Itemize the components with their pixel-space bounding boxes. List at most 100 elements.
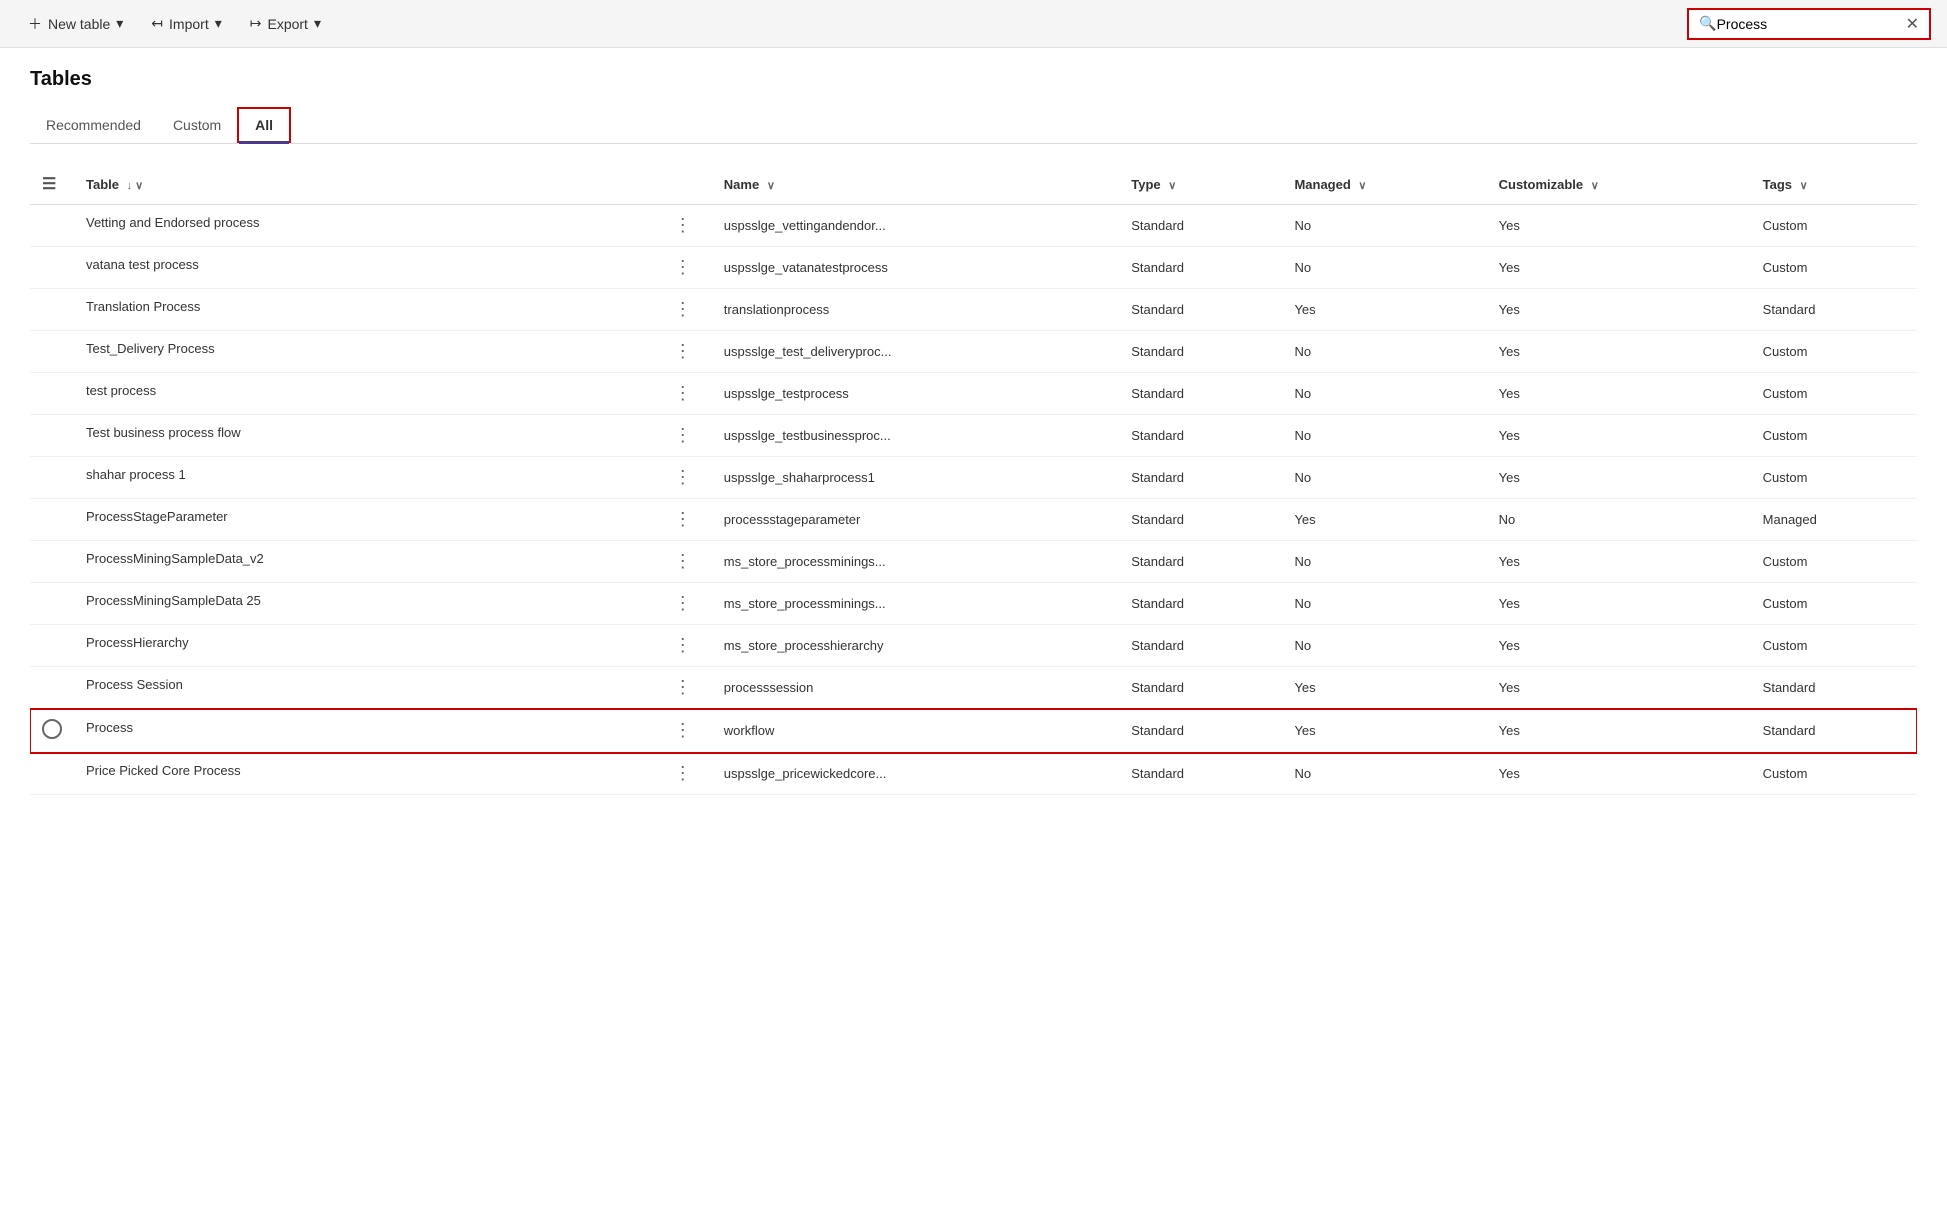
row-name: uspsslge_testbusinessproc... [712, 415, 1119, 457]
th-name[interactable]: Name ∨ [712, 164, 1119, 205]
row-name: ms_store_processminings... [712, 583, 1119, 625]
tab-custom[interactable]: Custom [157, 107, 237, 143]
new-table-label: New table [48, 16, 110, 32]
row-table-name: Process⋮ [74, 709, 712, 753]
tabs: Recommended Custom All [30, 107, 1917, 144]
row-managed: Yes [1282, 289, 1486, 331]
th-customizable[interactable]: Customizable ∨ [1487, 164, 1751, 205]
table-row[interactable]: Test business process flow⋮uspsslge_test… [30, 415, 1917, 457]
row-managed: Yes [1282, 499, 1486, 541]
table-row[interactable]: Process⋮workflowStandardYesYesStandard [30, 709, 1917, 753]
tab-recommended[interactable]: Recommended [30, 107, 157, 143]
row-name: uspsslge_test_deliveryproc... [712, 331, 1119, 373]
row-name: processsession [712, 667, 1119, 709]
row-tags: Custom [1751, 457, 1917, 499]
table-row[interactable]: Process Session⋮processsessionStandardYe… [30, 667, 1917, 709]
export-label: Export [267, 16, 307, 32]
row-context-menu[interactable]: ⋮ [666, 257, 700, 278]
row-checkbox-cell [30, 289, 74, 331]
row-name: uspsslge_pricewickedcore... [712, 753, 1119, 795]
row-type: Standard [1119, 289, 1282, 331]
table-row[interactable]: Test_Delivery Process⋮uspsslge_test_deli… [30, 331, 1917, 373]
row-context-menu[interactable]: ⋮ [666, 763, 700, 784]
search-box[interactable]: 🔍 ✕ [1687, 8, 1931, 40]
row-managed: Yes [1282, 667, 1486, 709]
row-type: Standard [1119, 247, 1282, 289]
row-select-circle[interactable] [42, 719, 62, 739]
row-tags: Standard [1751, 289, 1917, 331]
table-row[interactable]: vatana test process⋮uspsslge_vatanatestp… [30, 247, 1917, 289]
row-table-name: Test_Delivery Process⋮ [74, 331, 712, 373]
row-managed: No [1282, 753, 1486, 795]
row-tags: Custom [1751, 205, 1917, 247]
row-table-name: ProcessMiningSampleData 25⋮ [74, 583, 712, 625]
table-row[interactable]: Translation Process⋮translationprocessSt… [30, 289, 1917, 331]
row-type: Standard [1119, 499, 1282, 541]
row-context-menu[interactable]: ⋮ [666, 635, 700, 656]
chevron-down-icon: ▾ [116, 15, 123, 32]
row-type: Standard [1119, 457, 1282, 499]
table-row[interactable]: ProcessMiningSampleData_v2⋮ms_store_proc… [30, 541, 1917, 583]
row-customizable: Yes [1487, 709, 1751, 753]
row-customizable: Yes [1487, 247, 1751, 289]
table-row[interactable]: Price Picked Core Process⋮uspsslge_price… [30, 753, 1917, 795]
row-type: Standard [1119, 667, 1282, 709]
th-checkbox: ☰ [30, 164, 74, 205]
th-tags[interactable]: Tags ∨ [1751, 164, 1917, 205]
table-header-row: ☰ Table ↓ ∨ Name ∨ Type ∨ Ma [30, 164, 1917, 205]
row-table-name: Process Session⋮ [74, 667, 712, 709]
main-content: Tables Recommended Custom All ☰ Table ↓ … [0, 48, 1947, 815]
sort-icon: ∨ [1800, 180, 1808, 192]
row-context-menu[interactable]: ⋮ [666, 215, 700, 236]
row-context-menu[interactable]: ⋮ [666, 425, 700, 446]
sort-icon: ∨ [1591, 180, 1599, 192]
row-table-name: Vetting and Endorsed process⋮ [74, 205, 712, 247]
sort-icon: ↓ ∨ [127, 180, 144, 192]
list-view-icon[interactable]: ☰ [42, 176, 56, 193]
row-type: Standard [1119, 415, 1282, 457]
row-context-menu[interactable]: ⋮ [666, 720, 700, 741]
th-managed[interactable]: Managed ∨ [1282, 164, 1486, 205]
row-context-menu[interactable]: ⋮ [666, 509, 700, 530]
row-name: ms_store_processminings... [712, 541, 1119, 583]
th-table[interactable]: Table ↓ ∨ [74, 164, 712, 205]
row-customizable: Yes [1487, 415, 1751, 457]
table-row[interactable]: test process⋮uspsslge_testprocessStandar… [30, 373, 1917, 415]
row-checkbox-cell [30, 457, 74, 499]
row-context-menu[interactable]: ⋮ [666, 467, 700, 488]
row-customizable: No [1487, 499, 1751, 541]
th-type[interactable]: Type ∨ [1119, 164, 1282, 205]
search-input[interactable] [1717, 16, 1898, 32]
import-button[interactable]: ↤ Import ▾ [139, 9, 233, 38]
table-row[interactable]: ProcessHierarchy⋮ms_store_processhierarc… [30, 625, 1917, 667]
row-type: Standard [1119, 709, 1282, 753]
table-row[interactable]: shahar process 1⋮uspsslge_shaharprocess1… [30, 457, 1917, 499]
row-tags: Custom [1751, 753, 1917, 795]
new-table-button[interactable]: ＋ New table ▾ [16, 8, 135, 40]
row-type: Standard [1119, 373, 1282, 415]
row-context-menu[interactable]: ⋮ [666, 383, 700, 404]
sort-icon: ∨ [767, 180, 775, 192]
row-context-menu[interactable]: ⋮ [666, 299, 700, 320]
row-tags: Custom [1751, 541, 1917, 583]
row-customizable: Yes [1487, 289, 1751, 331]
export-button[interactable]: ↦ Export ▾ [238, 9, 333, 38]
row-context-menu[interactable]: ⋮ [666, 551, 700, 572]
table-row[interactable]: Vetting and Endorsed process⋮uspsslge_ve… [30, 205, 1917, 247]
row-managed: No [1282, 541, 1486, 583]
row-context-menu[interactable]: ⋮ [666, 677, 700, 698]
table-row[interactable]: ProcessMiningSampleData 25⋮ms_store_proc… [30, 583, 1917, 625]
row-managed: No [1282, 331, 1486, 373]
row-context-menu[interactable]: ⋮ [666, 341, 700, 362]
row-context-menu[interactable]: ⋮ [666, 593, 700, 614]
row-checkbox-cell [30, 499, 74, 541]
row-checkbox-cell [30, 331, 74, 373]
row-table-name: vatana test process⋮ [74, 247, 712, 289]
search-icon: 🔍 [1699, 15, 1716, 32]
row-tags: Custom [1751, 583, 1917, 625]
row-checkbox-cell [30, 625, 74, 667]
row-name: uspsslge_testprocess [712, 373, 1119, 415]
search-clear-button[interactable]: ✕ [1906, 14, 1919, 34]
table-row[interactable]: ProcessStageParameter⋮processstageparame… [30, 499, 1917, 541]
tab-all[interactable]: All [237, 107, 291, 143]
